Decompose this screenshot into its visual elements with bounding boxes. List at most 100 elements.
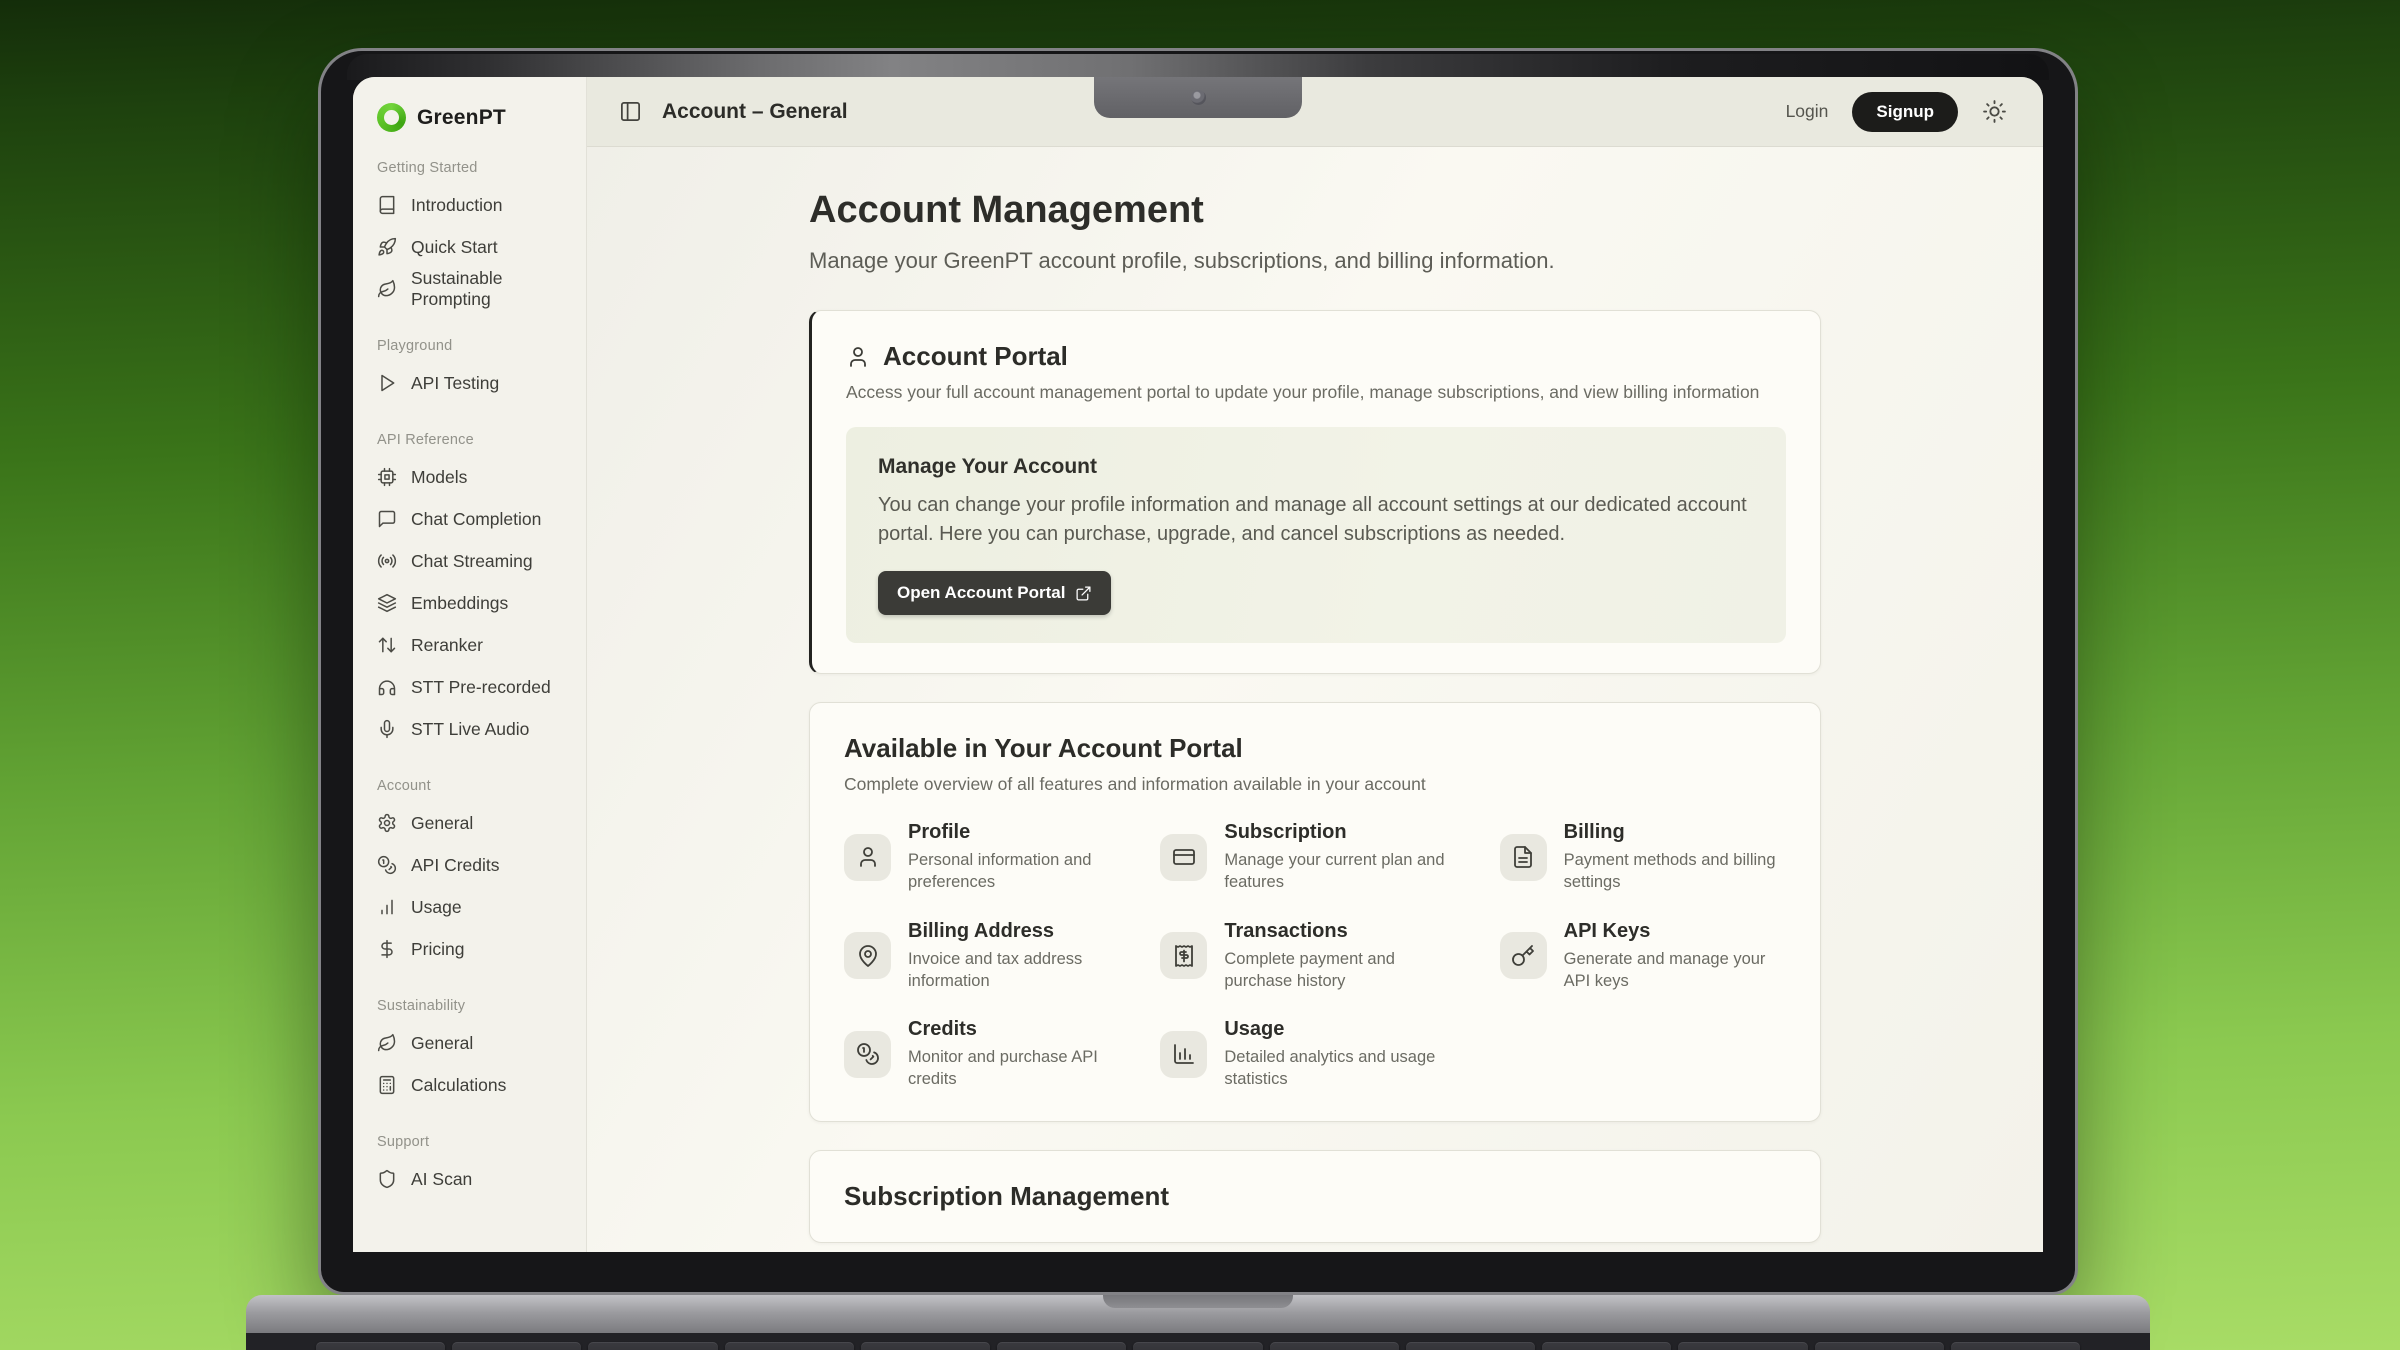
sidebar-item-label: Introduction [411, 195, 502, 216]
sidebar-item-general[interactable]: General [377, 1022, 568, 1064]
chart-column-icon [1160, 1031, 1207, 1078]
sidebar-nav: Getting StartedIntroductionQuick StartSu… [377, 160, 568, 1200]
sidebar-section-sustainability: SustainabilityGeneralCalculations [377, 998, 568, 1106]
page-subtitle: Manage your GreenPT account profile, sub… [809, 248, 1821, 274]
user-icon [844, 834, 891, 881]
sidebar: GreenPT Getting Started Introduction Quick… [353, 77, 587, 1252]
feature-title: Billing Address [908, 920, 1130, 943]
sidebar-item-stt-live-audio[interactable]: STT Live Audio [377, 708, 568, 750]
keyboard-key [1406, 1342, 1535, 1350]
main-area: Account – General Login Signup Account M… [587, 77, 2043, 1252]
broadcast-icon [377, 551, 397, 571]
sidebar-item-label: Chat Completion [411, 509, 541, 530]
sidebar-item-label: Calculations [411, 1075, 506, 1096]
portal-features-title: Available in Your Account Portal [844, 733, 1786, 764]
sidebar-item-usage[interactable]: Usage [377, 886, 568, 928]
layers-icon [377, 593, 397, 613]
brand-name: GreenPT [417, 106, 506, 130]
keyboard-key [1678, 1342, 1807, 1350]
rocket-icon [377, 237, 397, 257]
credit-card-icon [1160, 834, 1207, 881]
feature-subscription: SubscriptionManage your current plan and… [1160, 821, 1469, 894]
manage-account-body: You can change your profile information … [878, 491, 1754, 549]
sidebar-item-general[interactable]: General [377, 802, 568, 844]
sidebar-item-label: STT Pre-recorded [411, 677, 551, 698]
sidebar-item-embeddings[interactable]: Embeddings [377, 582, 568, 624]
sidebar-section-label: Getting Started [377, 160, 568, 176]
laptop-mockup: GreenPT Getting Started Introduction Quick… [318, 48, 2078, 1295]
sidebar-item-calculations[interactable]: Calculations [377, 1064, 568, 1106]
sidebar-item-quick-start[interactable]: Quick Start [377, 226, 568, 268]
keyboard-key [1133, 1342, 1262, 1350]
sidebar-item-label: Usage [411, 897, 462, 918]
open-account-portal-button[interactable]: Open Account Portal [878, 571, 1111, 615]
sidebar-item-stt-pre-recorded[interactable]: STT Pre-recorded [377, 666, 568, 708]
sidebar-item-api-credits[interactable]: API Credits [377, 844, 568, 886]
account-portal-description: Access your full account management port… [846, 382, 1786, 403]
feature-api-keys: API KeysGenerate and manage your API key… [1500, 920, 1786, 993]
sidebar-item-reranker[interactable]: Reranker [377, 624, 568, 666]
sidebar-section-label: API Reference [377, 432, 568, 448]
sidebar-section-label: Support [377, 1134, 568, 1150]
feature-usage: UsageDetailed analytics and usage statis… [1160, 1018, 1469, 1091]
green-ring-icon [377, 103, 406, 132]
login-link[interactable]: Login [1786, 101, 1829, 122]
sidebar-item-chat-streaming[interactable]: Chat Streaming [377, 540, 568, 582]
play-icon [377, 373, 397, 393]
camera-dot [1191, 90, 1206, 105]
feature-description: Complete payment and purchase history [1224, 948, 1464, 993]
topbar-right: Login Signup [1786, 92, 2007, 132]
feature-description: Payment methods and billing settings [1564, 849, 1786, 894]
feature-description: Invoice and tax address information [908, 948, 1130, 993]
sidebar-section-api-reference: API Reference Models Chat Completion Chat S… [377, 432, 568, 750]
brand-logo[interactable]: GreenPT [377, 103, 568, 132]
signup-button[interactable]: Signup [1852, 92, 1958, 132]
camera-notch [1094, 77, 1302, 118]
feature-billing-address: Billing Address Invoice and tax address i… [844, 920, 1130, 993]
sidebar-item-introduction[interactable]: Introduction [377, 184, 568, 226]
sidebar-item-label: Sustainable Prompting [411, 268, 568, 310]
sidebar-item-label: Chat Streaming [411, 551, 533, 572]
feature-title: Subscription [1224, 821, 1464, 844]
keyboard-key [1951, 1342, 2080, 1350]
sidebar-item-ai-scan[interactable]: AI Scan [377, 1158, 568, 1200]
feature-title: Billing [1564, 821, 1786, 844]
sidebar-item-sustainable-prompting[interactable]: Sustainable Prompting [377, 268, 568, 310]
sidebar-section-label: Account [377, 778, 568, 794]
keyboard-key [588, 1342, 717, 1350]
feature-title: Credits [908, 1018, 1130, 1041]
sidebar-item-label: Embeddings [411, 593, 508, 614]
keyboard-key [861, 1342, 990, 1350]
sidebar-item-api-testing[interactable]: API Testing [377, 362, 568, 404]
feature-title: Transactions [1224, 920, 1464, 943]
keyboard-key [316, 1342, 445, 1350]
sun-icon[interactable] [1982, 99, 2007, 124]
sidebar-section-account: Account General API Credits Usage Pricing [377, 778, 568, 970]
laptop-base [246, 1295, 2150, 1350]
map-pin-icon [844, 932, 891, 979]
sidebar-item-label: API Credits [411, 855, 500, 876]
feature-description: Detailed analytics and usage statistics [1224, 1046, 1464, 1091]
sidebar-item-pricing[interactable]: Pricing [377, 928, 568, 970]
sidebar-item-models[interactable]: Models [377, 456, 568, 498]
file-text-icon [1500, 834, 1547, 881]
sidebar-item-label: Models [411, 467, 467, 488]
sidebar-section-getting-started: Getting Started Introduction Quick StartSu… [377, 160, 568, 310]
key-icon [1500, 932, 1547, 979]
feature-title: Profile [908, 821, 1130, 844]
sidebar-toggle-icon[interactable] [619, 100, 642, 123]
book-icon [377, 195, 397, 215]
topbar-left: Account – General [619, 100, 848, 124]
sidebar-item-label: Reranker [411, 635, 483, 656]
sidebar-item-label: Pricing [411, 939, 465, 960]
content-area: Account Management Manage your GreenPT a… [587, 147, 2043, 1252]
page-title: Account Management [809, 189, 1821, 232]
shield-icon [377, 1169, 397, 1189]
portal-features-grid: ProfilePersonal information and preferen… [844, 821, 1786, 1091]
receipt-icon [1160, 932, 1207, 979]
topbar: Account – General Login Signup [587, 77, 2043, 147]
leaf-icon [377, 1033, 397, 1053]
sidebar-section-label: Playground [377, 338, 568, 354]
sidebar-item-chat-completion[interactable]: Chat Completion [377, 498, 568, 540]
message-square-icon [377, 509, 397, 529]
